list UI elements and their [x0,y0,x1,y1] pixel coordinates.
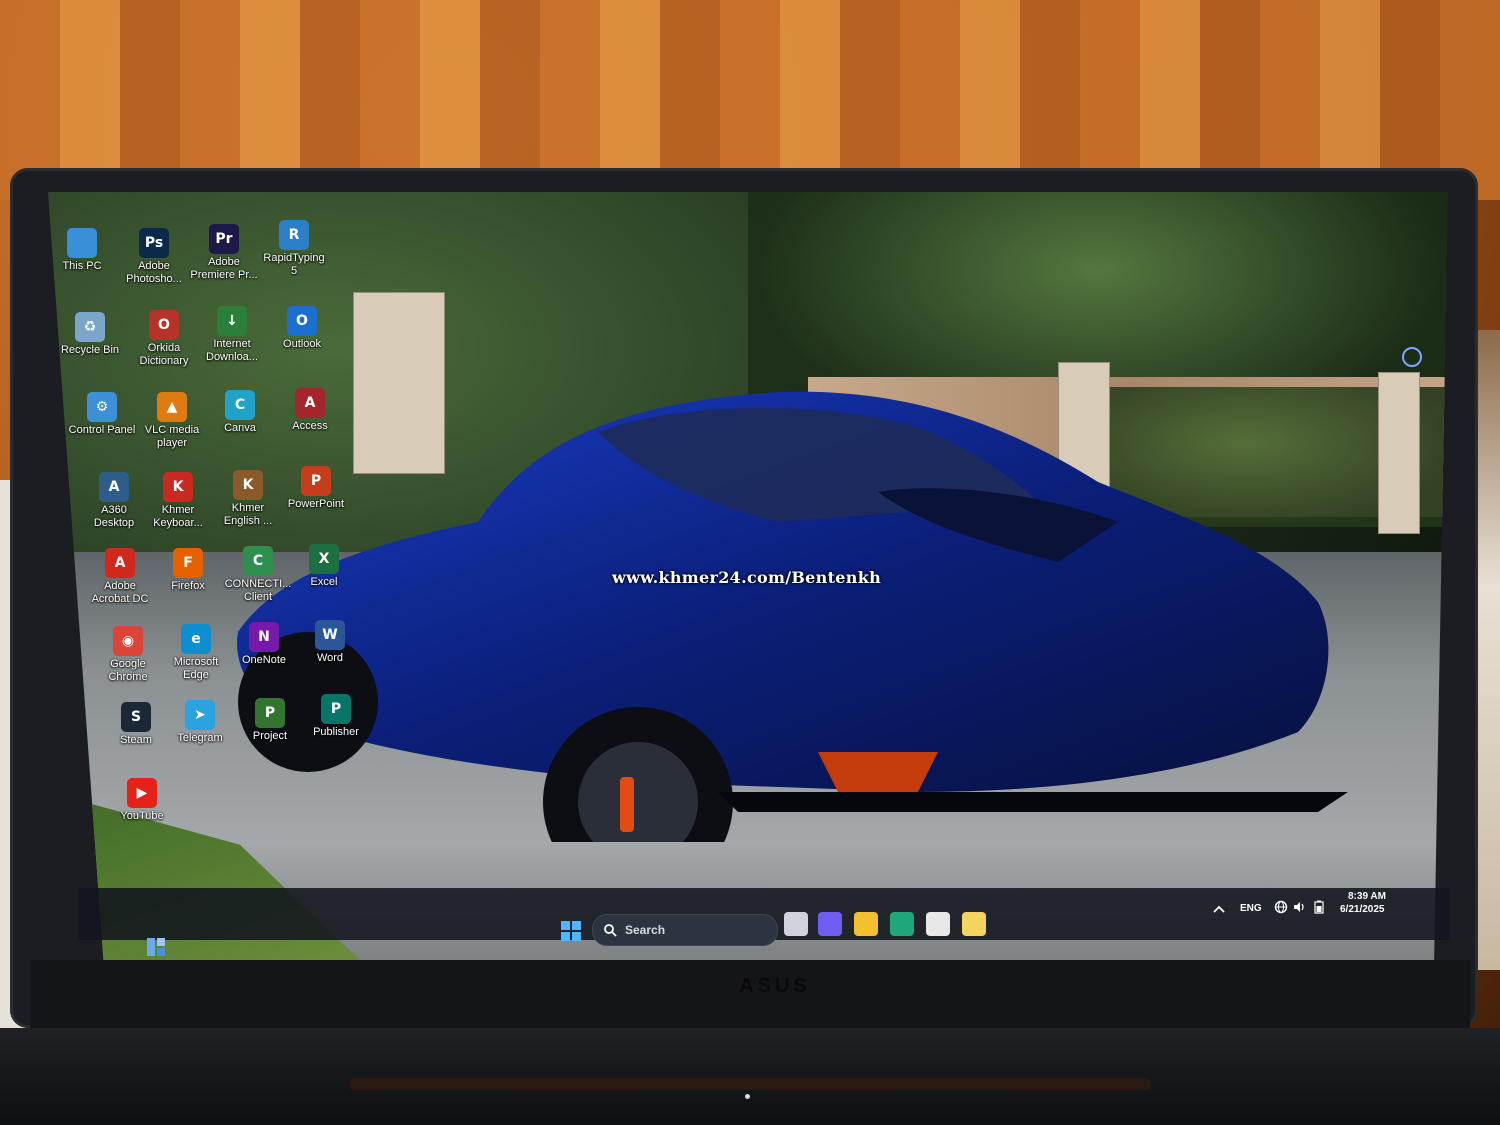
desktop-icon-label: Recycle Bin [60,344,120,356]
desktop-icon[interactable]: C Canva [200,390,280,435]
power-led [745,1094,750,1099]
idm-icon: ↓ [217,306,247,336]
youtube-icon: ▶ [127,778,157,808]
rapidtyping-icon: R [279,220,309,250]
desktop-icon-label: Adobe Photosho... [126,260,182,285]
steam-icon: S [121,702,151,732]
keyboard-hinge [350,1078,1150,1090]
a360-icon: A [99,472,129,502]
asus-logo: ASUS [739,975,811,997]
desktop-icon[interactable]: ⚙ Control Panel [62,392,142,437]
taskbar-search-box[interactable]: Search [592,914,778,946]
canva-icon: C [225,390,255,420]
volume-icon[interactable] [1292,900,1306,914]
dictionary-book-icon: K [233,470,263,500]
desktop-icon-label: Outlook [283,338,321,350]
desktop-icon-label: Canva [224,422,256,434]
telegram-icon: ➤ [185,700,215,730]
acrobat-icon: A [105,548,135,578]
battery-icon[interactable] [1312,900,1326,914]
desktop-icon[interactable]: P PowerPoint [276,466,356,511]
firefox-icon: F [173,548,203,578]
desktop-icon[interactable]: ↓ Internet Downloa... [192,306,272,364]
laptop-keyboard [0,1028,1500,1125]
desktop-icon[interactable]: ♻ Recycle Bin [50,312,130,357]
chevron-up-icon[interactable] [1212,904,1226,914]
access-icon: A [295,388,325,418]
language-indicator[interactable]: ENG [1240,903,1262,914]
desktop-icon-label: Publisher [313,726,359,738]
edge-icon: e [181,624,211,654]
recycle-bin-icon: ♻ [75,312,105,342]
search-icon [604,924,617,937]
desktop-icon[interactable]: W Word [290,620,370,665]
connecti-icon: C [243,546,273,576]
photoshop-icon: Ps [139,228,169,258]
desktop-icon[interactable]: X Excel [284,544,364,589]
desktop-icon[interactable]: Pr Adobe Premiere Pr... [184,224,264,282]
desktop-icon-label: Adobe Premiere Pr... [190,256,258,281]
desktop-icon-label: This PC [62,260,102,272]
desktop-icon[interactable]: ▶ YouTube [102,778,182,823]
project-icon: P [255,698,285,728]
desktop-icon[interactable]: K Khmer Keyboar... [138,472,218,530]
chrome-icon: ◉ [113,626,143,656]
dictionary-icon: O [149,310,179,340]
copilot-icon[interactable] [818,912,842,936]
desktop-icon-label: Khmer Keyboar... [153,504,203,529]
desktop-icon[interactable]: This PC [42,228,122,273]
clock-time[interactable]: 8:39 AM [1348,891,1386,902]
desktop-icon[interactable]: Ps Adobe Photosho... [114,228,194,286]
desktop-icon-label: Control Panel [68,424,136,436]
powerpoint-icon: P [301,466,331,496]
word-icon: W [315,620,345,650]
desktop-icon-label: Firefox [171,580,205,592]
copilot-indicator-icon[interactable] [1402,347,1422,367]
desktop-icon-label: Internet Downloa... [206,338,258,363]
network-icon[interactable] [1274,900,1288,914]
task-view-icon[interactable] [784,912,808,936]
notepad-icon[interactable] [962,912,986,936]
desktop-icon[interactable]: F Firefox [148,548,228,593]
monitor-icon [67,228,97,258]
wallpaper-car [237,391,1348,842]
clock-date[interactable]: 6/21/2025 [1340,904,1385,915]
pdf-icon: K [163,472,193,502]
excel-icon: X [309,544,339,574]
start-button[interactable] [560,920,582,942]
onenote-icon: N [249,622,279,652]
outlook-icon: O [287,306,317,336]
file-explorer-icon[interactable] [854,912,878,936]
desktop-icon[interactable]: ➤ Telegram [160,700,240,745]
widgets-icon[interactable] [145,936,167,958]
desktop-icon-label: YouTube [120,810,164,822]
premiere-icon: Pr [209,224,239,254]
desktop-icon[interactable]: P Publisher [296,694,376,739]
desktop-icon-label: Telegram [177,732,223,744]
watermark-text: www.khmer24.com/Bentenkh [612,568,882,587]
desktop-icon[interactable]: R RapidTyping 5 [254,220,334,278]
desktop-icon-label: RapidTyping 5 [263,252,325,277]
desktop-icon[interactable]: O Outlook [262,306,342,351]
desktop-icon-label: Access [292,420,328,432]
desktop-icon-label: PowerPoint [287,498,345,510]
control-panel-icon: ⚙ [87,392,117,422]
svg-text:ASUS: ASUS [739,975,811,997]
desktop-icon-label: Excel [310,576,338,588]
publisher-icon: P [321,694,351,724]
microsoft-store-icon[interactable] [926,912,950,936]
desktop-icon-label: Word [316,652,344,664]
desktop-icon[interactable]: A Access [270,388,350,433]
search-placeholder: Search [625,923,666,937]
vlc-icon: ▲ [157,392,187,422]
edge-icon[interactable] [890,912,914,936]
wallpaper-pillar [1378,372,1420,534]
